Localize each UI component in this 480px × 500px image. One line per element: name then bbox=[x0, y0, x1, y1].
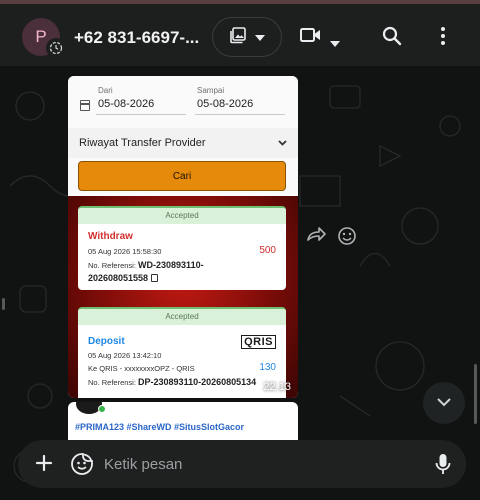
scrollbar-thumb[interactable] bbox=[474, 364, 477, 424]
copy-icon bbox=[151, 274, 159, 282]
chevron-down-icon bbox=[255, 28, 265, 46]
forward-button[interactable] bbox=[306, 226, 326, 247]
image-message-bubble[interactable]: Dari 05-08-2026 Sampai 05-08-2026 Riwaya… bbox=[68, 76, 298, 398]
reference-continued: 202608051558 bbox=[88, 273, 159, 283]
transaction-amount: 500 bbox=[259, 245, 276, 256]
provider-label: Riwayat Transfer Provider bbox=[79, 137, 206, 149]
gallery-menu-button[interactable] bbox=[212, 17, 282, 57]
emoji-icon bbox=[337, 227, 357, 250]
scroll-marker bbox=[2, 298, 5, 310]
attach-button[interactable] bbox=[33, 452, 55, 479]
reference-line: No. Referensi: WD-230893110- bbox=[88, 260, 204, 270]
reference-label: No. Referensi: bbox=[88, 261, 136, 270]
transaction-screenshot[interactable]: Dari 05-08-2026 Sampai 05-08-2026 Riwaya… bbox=[68, 76, 298, 398]
voice-message-button[interactable] bbox=[434, 452, 452, 481]
from-date-value: 05-08-2026 bbox=[98, 98, 155, 110]
message-time: 22.13 bbox=[263, 381, 291, 393]
status-badge: Accepted bbox=[78, 309, 286, 325]
contact-name[interactable]: +62 831-6697-... bbox=[74, 28, 199, 48]
react-button[interactable] bbox=[337, 226, 357, 251]
status-ring-icon bbox=[46, 38, 66, 58]
calendar-icon bbox=[80, 100, 90, 111]
transaction-amount: 130 bbox=[259, 362, 276, 373]
qris-logo: QRIS bbox=[241, 335, 276, 349]
provider-history-row: Riwayat Transfer Provider bbox=[68, 128, 298, 158]
sticker-icon bbox=[70, 453, 94, 480]
transaction-datetime: 05 Aug 2026 15:58:30 bbox=[88, 247, 162, 256]
forward-icon bbox=[306, 227, 326, 246]
reference-part2: 202608051558 bbox=[88, 273, 149, 283]
transaction-list: Accepted Withdraw 05 Aug 2026 15:58:30 5… bbox=[68, 196, 298, 398]
search-icon bbox=[382, 26, 402, 51]
search-cari-button: Cari bbox=[78, 161, 286, 191]
mic-icon bbox=[434, 454, 452, 480]
video-call-dropdown[interactable] bbox=[330, 34, 340, 52]
contact-avatar[interactable]: P bbox=[22, 18, 66, 58]
chevron-down-icon bbox=[278, 137, 287, 149]
online-indicator bbox=[98, 405, 106, 413]
transaction-card-withdraw: Accepted Withdraw 05 Aug 2026 15:58:30 5… bbox=[78, 206, 286, 290]
plus-icon bbox=[33, 454, 55, 478]
transaction-type: Deposit bbox=[88, 336, 125, 347]
search-button[interactable] bbox=[382, 26, 402, 51]
status-badge: Accepted bbox=[78, 208, 286, 224]
filter-form: Dari 05-08-2026 Sampai 05-08-2026 Riwaya… bbox=[68, 76, 298, 194]
reference-label: No. Referensi: bbox=[88, 378, 136, 387]
to-underline bbox=[195, 114, 285, 115]
message-composer bbox=[18, 440, 466, 488]
chevron-down-icon bbox=[330, 34, 340, 52]
more-options-button[interactable] bbox=[440, 26, 446, 51]
transaction-detail: Ke QRIS - xxxxxxxxOPZ - QRIS bbox=[88, 364, 195, 373]
gallery-icon bbox=[229, 26, 247, 49]
transaction-type: Withdraw bbox=[88, 231, 133, 242]
to-label: Sampai bbox=[197, 86, 225, 95]
from-underline bbox=[96, 114, 186, 115]
video-call-button[interactable] bbox=[300, 27, 322, 48]
chevron-down-icon bbox=[436, 394, 452, 412]
video-call-icon bbox=[300, 27, 322, 48]
message-bubble[interactable]: #PRIMA123 #ShareWD #SitusSlotGacor bbox=[68, 402, 298, 444]
to-date-value: 05-08-2026 bbox=[197, 98, 254, 110]
message-input[interactable] bbox=[104, 452, 404, 476]
sticker-button[interactable] bbox=[70, 452, 94, 481]
transaction-card-deposit: Accepted QRIS Deposit 05 Aug 2026 13:42:… bbox=[78, 307, 286, 398]
transaction-datetime: 05 Aug 2026 13:42:10 bbox=[88, 351, 162, 360]
from-label: Dari bbox=[98, 86, 113, 95]
hashtags-text[interactable]: #PRIMA123 #ShareWD #SitusSlotGacor bbox=[75, 422, 244, 432]
chat-header: P +62 831-6697-... bbox=[0, 4, 480, 66]
reference-part1: WD-230893110- bbox=[138, 260, 204, 270]
scroll-to-bottom-button[interactable] bbox=[423, 382, 465, 424]
more-vert-icon bbox=[440, 26, 446, 51]
reference-value: DP-230893110-20260805134 bbox=[138, 377, 257, 387]
reference-line: No. Referensi: DP-230893110-20260805134 bbox=[88, 377, 256, 387]
avatar-letter: P bbox=[35, 27, 47, 46]
